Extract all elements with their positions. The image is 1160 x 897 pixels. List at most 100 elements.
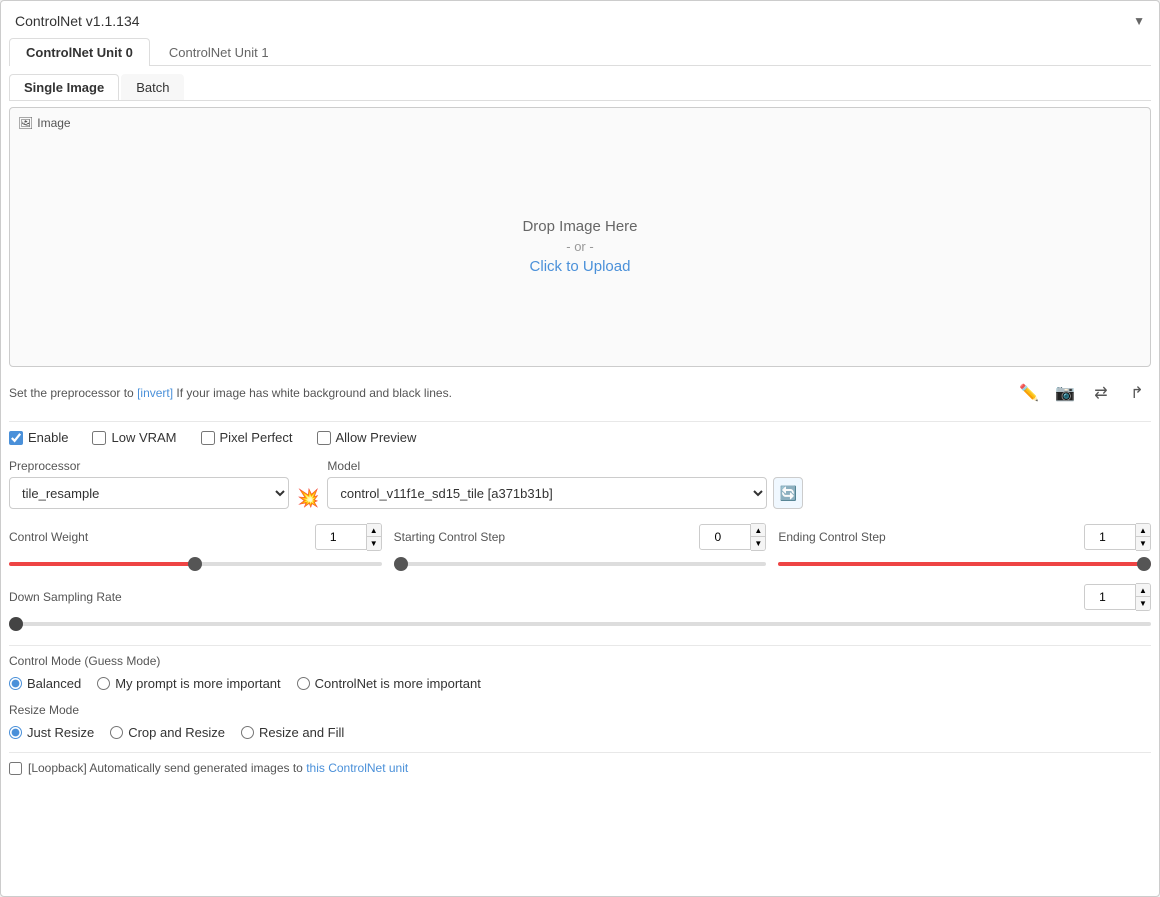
enable-checkbox-item[interactable]: Enable [9,430,68,445]
starting-step-input[interactable] [699,524,751,550]
resize-crop-resize[interactable]: Crop and Resize [110,725,225,740]
upload-area[interactable]: 🖼 Image Drop Image Here - or - Click to … [9,107,1151,367]
downsampling-slider[interactable] [9,622,1151,626]
control-weight-input-wrap: ▲ ▼ [315,523,382,551]
downsampling-header: Down Sampling Rate ▲ ▼ [9,583,1151,611]
resize-mode-section: Resize Mode Just Resize Crop and Resize … [9,703,1151,740]
starting-step-up[interactable]: ▲ [751,524,765,537]
star-button[interactable]: 💥 [297,488,319,509]
resize-just-resize[interactable]: Just Resize [9,725,94,740]
starting-step-down[interactable]: ▼ [751,537,765,550]
preprocessor-select[interactable]: none tile_resample tile_colorfix tile_co… [9,477,289,509]
control-weight-slider[interactable] [9,562,382,566]
unit-tabs: ControlNet Unit 0 ControlNet Unit 1 [9,37,1151,66]
resize-crop-resize-label: Crop and Resize [128,725,225,740]
control-mode-title: Control Mode (Guess Mode) [9,654,1151,668]
preprocessor-select-wrap: none tile_resample tile_colorfix tile_co… [9,477,289,509]
sliders-row: Control Weight ▲ ▼ Starting Control Step [9,523,1151,573]
control-weight-up[interactable]: ▲ [367,524,381,537]
downsampling-input[interactable] [1084,584,1136,610]
resize-fill-radio[interactable] [241,726,254,739]
downsampling-input-wrap: ▲ ▼ [1084,583,1151,611]
crop-icon-btn[interactable]: ↱ [1123,379,1151,407]
pixel-perfect-checkbox-item[interactable]: Pixel Perfect [201,430,293,445]
collapse-arrow[interactable]: ▼ [1133,14,1145,28]
low-vram-checkbox[interactable] [92,431,106,445]
resize-fill[interactable]: Resize and Fill [241,725,344,740]
model-group: Model control_v11f1e_sd15_tile [a371b31b… [327,459,803,509]
drop-text: Drop Image Here [522,218,637,235]
loopback-text: [Loopback] Automatically send generated … [28,761,408,775]
control-weight-group: Control Weight ▲ ▼ [9,523,382,573]
enable-label: Enable [28,430,68,445]
control-weight-label: Control Weight [9,530,88,544]
downsampling-down[interactable]: ▼ [1136,597,1150,610]
swap-icon-btn[interactable]: ⇄ [1087,379,1115,407]
control-mode-controlnet[interactable]: ControlNet is more important [297,676,481,691]
starting-step-slider[interactable] [394,562,767,566]
app-title: ControlNet v1.1.134 [15,13,140,29]
resize-just-resize-radio[interactable] [9,726,22,739]
allow-preview-checkbox[interactable] [317,431,331,445]
ending-step-slider[interactable] [778,562,1151,566]
downsampling-arrows: ▲ ▼ [1136,583,1151,611]
control-weight-arrows: ▲ ▼ [367,523,382,551]
low-vram-checkbox-item[interactable]: Low VRAM [92,430,176,445]
main-container: ControlNet v1.1.134 ▼ ControlNet Unit 0 … [0,0,1160,897]
model-label: Model [327,459,803,473]
unit-tab-1[interactable]: ControlNet Unit 1 [152,38,286,66]
camera-icon-btn[interactable]: 📷 [1051,379,1079,407]
control-mode-radio-group: Balanced My prompt is more important Con… [9,676,1151,691]
image-tab-batch[interactable]: Batch [121,74,184,100]
preprocessor-label: Preprocessor [9,459,289,473]
resize-mode-title: Resize Mode [9,703,1151,717]
divider-3 [9,752,1151,753]
enable-checkbox[interactable] [9,431,23,445]
starting-step-input-wrap: ▲ ▼ [699,523,766,551]
starting-step-arrows: ▲ ▼ [751,523,766,551]
allow-preview-checkbox-item[interactable]: Allow Preview [317,430,417,445]
control-mode-controlnet-radio[interactable] [297,677,310,690]
invert-link[interactable]: [invert] [137,386,173,400]
checkboxes-row: Enable Low VRAM Pixel Perfect Allow Prev… [9,430,1151,445]
resize-mode-radio-group: Just Resize Crop and Resize Resize and F… [9,725,1151,740]
unit-tab-0[interactable]: ControlNet Unit 0 [9,38,150,66]
control-weight-input[interactable] [315,524,367,550]
image-label-text: Image [37,116,70,130]
control-mode-prompt[interactable]: My prompt is more important [97,676,280,691]
edit-icon-btn[interactable]: ✏️ [1015,379,1043,407]
upload-center: Drop Image Here - or - Click to Upload [18,134,1142,358]
refresh-icon: 🔄 [780,485,797,502]
resize-crop-resize-radio[interactable] [110,726,123,739]
control-mode-prompt-radio[interactable] [97,677,110,690]
starting-step-label-row: Starting Control Step ▲ ▼ [394,523,767,551]
ending-step-input[interactable] [1084,524,1136,550]
pixel-perfect-checkbox[interactable] [201,431,215,445]
info-bar: Set the preprocessor to [invert] If your… [9,375,1151,411]
control-mode-prompt-label: My prompt is more important [115,676,280,691]
icon-buttons: ✏️ 📷 ⇄ ↱ [1015,379,1151,407]
control-mode-balanced-label: Balanced [27,676,81,691]
control-mode-balanced[interactable]: Balanced [9,676,81,691]
resize-just-resize-label: Just Resize [27,725,94,740]
title-bar: ControlNet v1.1.134 ▼ [9,9,1151,37]
divider-1 [9,421,1151,422]
resize-fill-label: Resize and Fill [259,725,344,740]
model-select[interactable]: control_v11f1e_sd15_tile [a371b31b] [327,477,767,509]
low-vram-label: Low VRAM [111,430,176,445]
model-refresh-btn[interactable]: 🔄 [773,477,803,509]
image-tab-single[interactable]: Single Image [9,74,119,100]
ending-step-down[interactable]: ▼ [1136,537,1150,550]
ending-step-label-row: Ending Control Step ▲ ▼ [778,523,1151,551]
control-mode-controlnet-label: ControlNet is more important [315,676,481,691]
image-tabs: Single Image Batch [9,74,1151,101]
allow-preview-label: Allow Preview [336,430,417,445]
loopback-checkbox[interactable] [9,762,22,775]
loopback-link[interactable]: this ControlNet unit [306,761,408,775]
control-weight-down[interactable]: ▼ [367,537,381,550]
pixel-perfect-label: Pixel Perfect [220,430,293,445]
click-to-upload[interactable]: Click to Upload [530,258,631,275]
downsampling-up[interactable]: ▲ [1136,584,1150,597]
control-mode-balanced-radio[interactable] [9,677,22,690]
ending-step-up[interactable]: ▲ [1136,524,1150,537]
